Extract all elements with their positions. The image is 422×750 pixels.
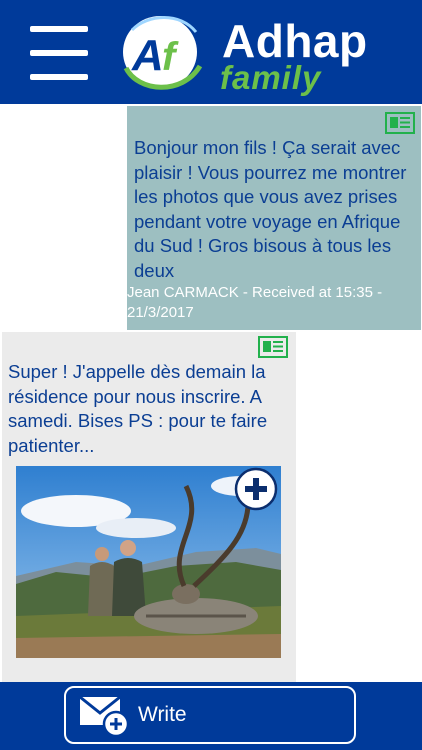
message-meta: Jean CARMACK - Received at 15:35 - 21/3/… [127, 284, 383, 321]
message-bubble-received[interactable]: Bonjour mon fils ! Ça serait avec plaisi… [127, 106, 421, 330]
write-button[interactable]: Write [64, 686, 356, 744]
newspaper-icon[interactable] [385, 112, 415, 134]
zoom-plus-icon[interactable] [234, 467, 278, 511]
logo-emblem: A f [123, 16, 203, 90]
brand-logo: A f Adhap family [118, 10, 408, 96]
menu-icon[interactable] [30, 26, 88, 80]
message-text: Bonjour mon fils ! Ça serait avec plaisi… [134, 137, 407, 281]
logo-mark-a: A [131, 31, 164, 80]
newspaper-icon[interactable] [258, 336, 288, 358]
brand-subtitle: family [220, 59, 322, 96]
message-text: Super ! J'appelle dès demain la résidenc… [8, 361, 268, 456]
write-button-label: Write [138, 703, 187, 726]
envelope-plus-icon [79, 695, 130, 737]
app-header: A f Adhap family [0, 0, 422, 104]
bottom-bar: Write [0, 682, 422, 750]
